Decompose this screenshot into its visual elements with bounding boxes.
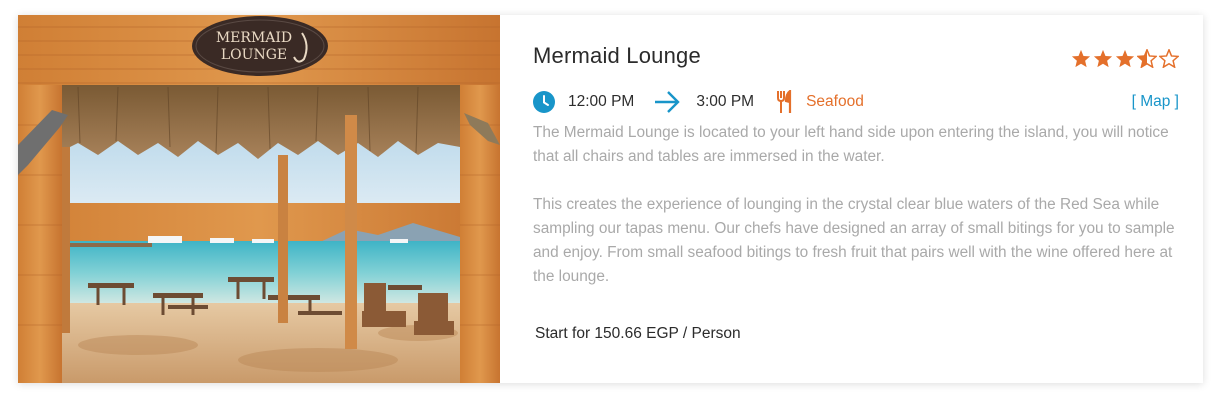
description-paragraph: The Mermaid Lounge is located to your le… bbox=[533, 124, 1169, 165]
arrow-right-icon bbox=[654, 91, 681, 113]
restaurant-name: Mermaid Lounge bbox=[533, 43, 701, 68]
lounge-photo-illustration: MERMAID LOUNGE bbox=[18, 15, 500, 383]
rating-stars bbox=[1071, 49, 1179, 68]
fork-knife-icon bbox=[776, 90, 794, 114]
clock-icon bbox=[533, 91, 555, 113]
open-time: 12:00 PM bbox=[568, 93, 635, 110]
star-icon bbox=[1071, 49, 1091, 68]
star-icon bbox=[1115, 49, 1135, 68]
description-paragraph: This creates the experience of lounging … bbox=[533, 196, 1175, 285]
map-link[interactable]: [ Map ] bbox=[1132, 93, 1179, 111]
cuisine-category: Seafood bbox=[806, 93, 864, 110]
price-info: Start for 150.66 EGP / Person bbox=[535, 325, 741, 342]
restaurant-details: Mermaid Lounge 12:00 PM 3:00 PM Seafood … bbox=[533, 15, 1179, 383]
restaurant-photo: MERMAID LOUNGE bbox=[18, 15, 500, 383]
restaurant-meta: 12:00 PM 3:00 PM Seafood [ Map ] bbox=[533, 89, 1179, 115]
star-half-icon bbox=[1137, 49, 1157, 68]
sign-text-line2: LOUNGE bbox=[221, 47, 287, 63]
restaurant-card: MERMAID LOUNGE Mermaid Lounge 12:00 PM 3… bbox=[18, 15, 1203, 383]
restaurant-description: The Mermaid Lounge is located to your le… bbox=[533, 121, 1179, 313]
close-time: 3:00 PM bbox=[696, 93, 755, 110]
sign-text-line1: MERMAID bbox=[216, 30, 292, 46]
star-icon bbox=[1093, 49, 1113, 68]
star-empty-icon bbox=[1159, 49, 1179, 68]
